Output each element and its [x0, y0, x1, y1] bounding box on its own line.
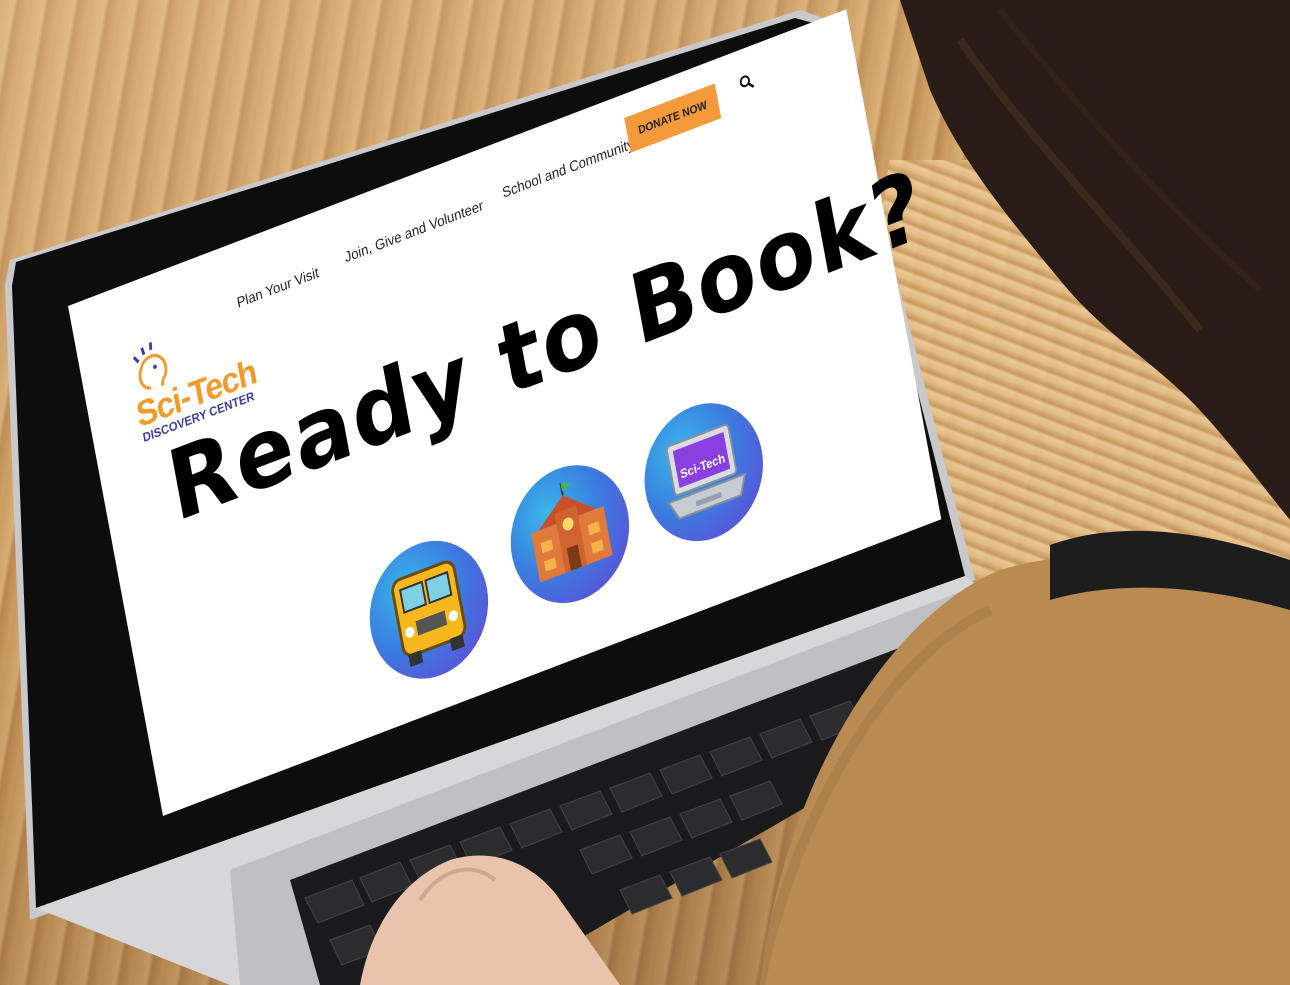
nav-school-community[interactable]: School and Community	[501, 135, 635, 201]
school-building-icon[interactable]	[499, 446, 641, 622]
search-icon[interactable]	[738, 71, 756, 93]
donate-button[interactable]: DONATE NOW	[624, 83, 722, 153]
nav-join-give-volunteer[interactable]: Join, Give and Volunteer	[343, 196, 484, 265]
school-bus-icon[interactable]	[358, 522, 500, 698]
photo-scene: Plan Your Visit Join, Give and Volunteer…	[0, 0, 1290, 985]
laptop-icon[interactable]: Sci-Tech	[633, 384, 774, 560]
